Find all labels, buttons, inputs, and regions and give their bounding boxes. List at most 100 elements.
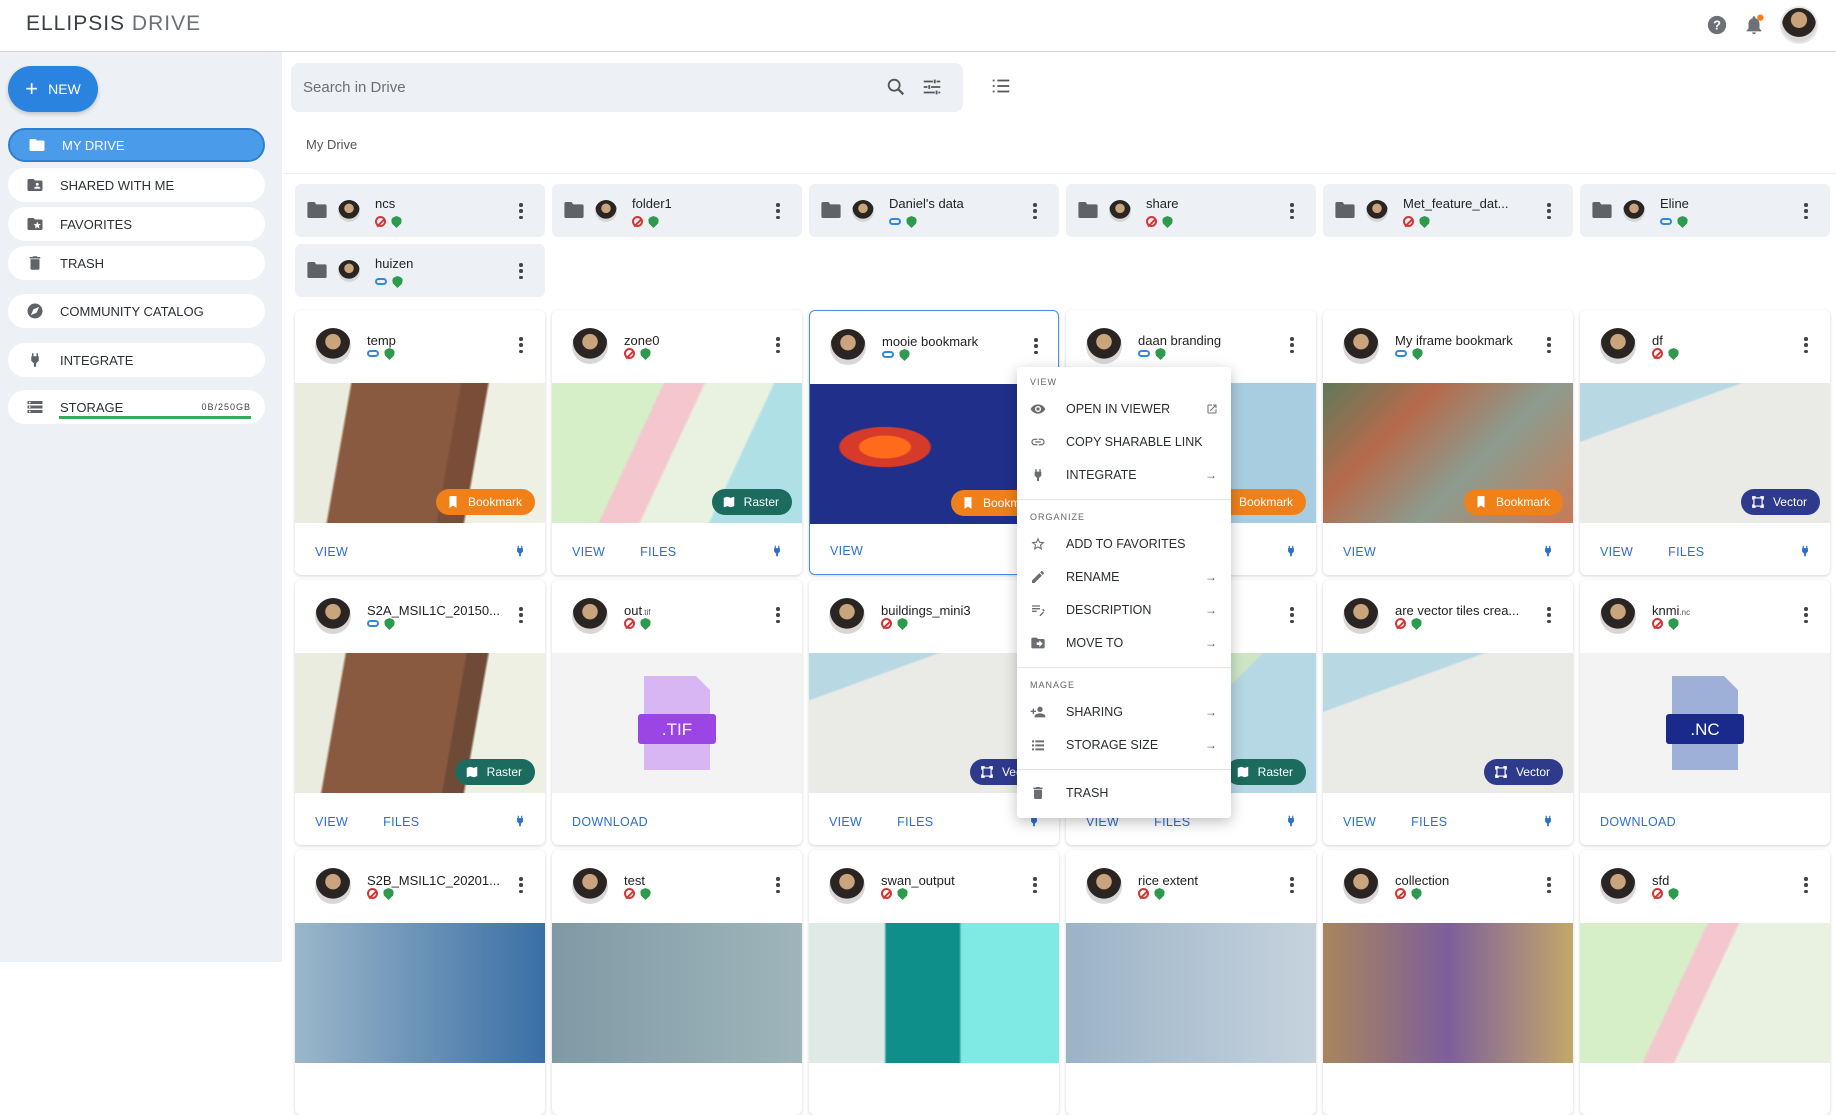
sidebar-item-trash[interactable]: TRASH <box>8 246 265 280</box>
card-action-view[interactable]: VIEW <box>829 815 862 829</box>
more-options-icon[interactable] <box>776 337 780 353</box>
more-options-icon[interactable] <box>519 337 523 353</box>
search-input[interactable] <box>303 75 863 99</box>
file-card[interactable]: S2B_MSIL1C_20201... <box>295 850 545 1115</box>
card-action-view[interactable]: VIEW <box>1343 815 1376 829</box>
more-options-icon[interactable] <box>1804 607 1808 623</box>
sidebar-item-shared[interactable]: SHARED WITH ME <box>8 168 265 202</box>
more-options-icon[interactable] <box>1804 203 1808 219</box>
more-options-icon[interactable] <box>519 263 523 279</box>
plug-icon[interactable] <box>1541 813 1555 829</box>
new-button[interactable]: + NEW <box>8 66 98 112</box>
card-thumbnail[interactable]: Raster <box>552 383 802 523</box>
menu-integrate[interactable]: INTEGRATE → <box>1017 460 1231 490</box>
card-action-files[interactable]: FILES <box>1411 815 1447 829</box>
card-action-files[interactable]: FILES <box>383 815 419 829</box>
plug-icon[interactable] <box>1284 543 1298 559</box>
help-icon[interactable]: ? <box>1706 14 1728 36</box>
more-options-icon[interactable] <box>519 607 523 623</box>
card-thumbnail[interactable] <box>1323 923 1573 1063</box>
sidebar-item-my-drive[interactable]: MY DRIVE <box>8 128 265 162</box>
menu-copy-link[interactable]: COPY SHARABLE LINK <box>1017 427 1231 457</box>
menu-trash[interactable]: TRASH <box>1017 778 1231 808</box>
more-options-icon[interactable] <box>519 877 523 893</box>
plug-icon[interactable] <box>513 543 527 559</box>
search-icon[interactable] <box>885 76 907 98</box>
file-card[interactable]: zone0 Raster VIEW FILES <box>552 310 802 575</box>
logo[interactable]: ELLIPSIS DRIVE <box>26 12 201 36</box>
file-card[interactable]: out.tif .TIF DOWNLOAD <box>552 580 802 845</box>
more-options-icon[interactable] <box>776 607 780 623</box>
more-options-icon[interactable] <box>1547 877 1551 893</box>
card-thumbnail[interactable] <box>1580 923 1830 1063</box>
file-card[interactable]: df Vector VIEW FILES <box>1580 310 1830 575</box>
more-options-icon[interactable] <box>776 203 780 219</box>
folder-item[interactable]: Daniel's data <box>809 184 1059 237</box>
folder-item[interactable]: Met_feature_dat... <box>1323 184 1573 237</box>
folder-item[interactable]: Eline <box>1580 184 1830 237</box>
file-card[interactable]: are vector tiles crea... Vector VIEW FILES <box>1323 580 1573 845</box>
card-action-download[interactable]: DOWNLOAD <box>572 815 648 829</box>
card-thumbnail[interactable] <box>1066 923 1316 1063</box>
card-action-view[interactable]: VIEW <box>315 545 348 559</box>
card-thumbnail[interactable]: Bookmark <box>1323 383 1573 523</box>
card-action-view[interactable]: VIEW <box>1343 545 1376 559</box>
sidebar-item-community-catalog[interactable]: COMMUNITY CATALOG <box>8 294 265 328</box>
card-action-view[interactable]: VIEW <box>830 544 863 558</box>
card-action-view[interactable]: VIEW <box>315 815 348 829</box>
sidebar-item-storage[interactable]: STORAGE 0B/250GB <box>8 390 265 424</box>
plug-icon[interactable] <box>770 543 784 559</box>
menu-open-in-viewer[interactable]: OPEN IN VIEWER <box>1017 394 1231 424</box>
folder-item[interactable]: folder1 <box>552 184 802 237</box>
card-thumbnail[interactable] <box>552 923 802 1063</box>
file-card[interactable]: temp Bookmark VIEW <box>295 310 545 575</box>
card-action-files[interactable]: FILES <box>1668 545 1704 559</box>
file-card[interactable]: My iframe bookmark Bookmark VIEW <box>1323 310 1573 575</box>
more-options-icon[interactable] <box>519 203 523 219</box>
more-options-icon[interactable] <box>1290 337 1294 353</box>
card-action-files[interactable]: FILES <box>897 815 933 829</box>
card-thumbnail[interactable]: Vector <box>1323 653 1573 793</box>
filter-icon[interactable] <box>921 76 943 98</box>
folder-item[interactable]: ncs <box>295 184 545 237</box>
more-options-icon[interactable] <box>1290 607 1294 623</box>
card-action-view[interactable]: VIEW <box>1600 545 1633 559</box>
card-thumbnail[interactable]: Raster <box>295 653 545 793</box>
plug-icon[interactable] <box>1798 543 1812 559</box>
menu-description[interactable]: DESCRIPTION → <box>1017 595 1231 625</box>
menu-storage-size[interactable]: STORAGE SIZE → <box>1017 730 1231 760</box>
list-view-icon[interactable] <box>990 75 1012 97</box>
file-card[interactable]: collection <box>1323 850 1573 1115</box>
card-thumbnail[interactable] <box>809 923 1059 1063</box>
more-options-icon[interactable] <box>1033 877 1037 893</box>
more-options-icon[interactable] <box>1290 877 1294 893</box>
file-card[interactable]: S2A_MSIL1C_20150... Raster VIEW FILES <box>295 580 545 845</box>
file-card[interactable]: rice extent <box>1066 850 1316 1115</box>
sidebar-item-integrate[interactable]: INTEGRATE <box>8 343 265 377</box>
card-action-files[interactable]: FILES <box>640 545 676 559</box>
card-action-view[interactable]: VIEW <box>572 545 605 559</box>
menu-add-favorites[interactable]: ADD TO FAVORITES <box>1017 529 1231 559</box>
bell-icon[interactable] <box>1743 14 1765 36</box>
card-thumbnail[interactable]: Vector <box>1580 383 1830 523</box>
more-options-icon[interactable] <box>1290 203 1294 219</box>
plug-icon[interactable] <box>1284 813 1298 829</box>
card-thumbnail[interactable]: .NC <box>1580 653 1830 793</box>
more-options-icon[interactable] <box>776 877 780 893</box>
more-options-icon[interactable] <box>1804 337 1808 353</box>
menu-sharing[interactable]: SHARING → <box>1017 697 1231 727</box>
more-options-icon[interactable] <box>1547 607 1551 623</box>
menu-move-to[interactable]: MOVE TO → <box>1017 628 1231 658</box>
file-card[interactable]: test <box>552 850 802 1115</box>
card-thumbnail[interactable] <box>295 923 545 1063</box>
folder-item[interactable]: huizen <box>295 244 545 297</box>
card-action-download[interactable]: DOWNLOAD <box>1600 815 1676 829</box>
file-card[interactable]: swan_output <box>809 850 1059 1115</box>
card-thumbnail[interactable]: .TIF <box>552 653 802 793</box>
file-card[interactable]: knmi.nc .NC DOWNLOAD <box>1580 580 1830 845</box>
file-card[interactable]: sfd <box>1580 850 1830 1115</box>
menu-rename[interactable]: RENAME → <box>1017 562 1231 592</box>
plug-icon[interactable] <box>1541 543 1555 559</box>
more-options-icon[interactable] <box>1034 338 1038 354</box>
more-options-icon[interactable] <box>1804 877 1808 893</box>
